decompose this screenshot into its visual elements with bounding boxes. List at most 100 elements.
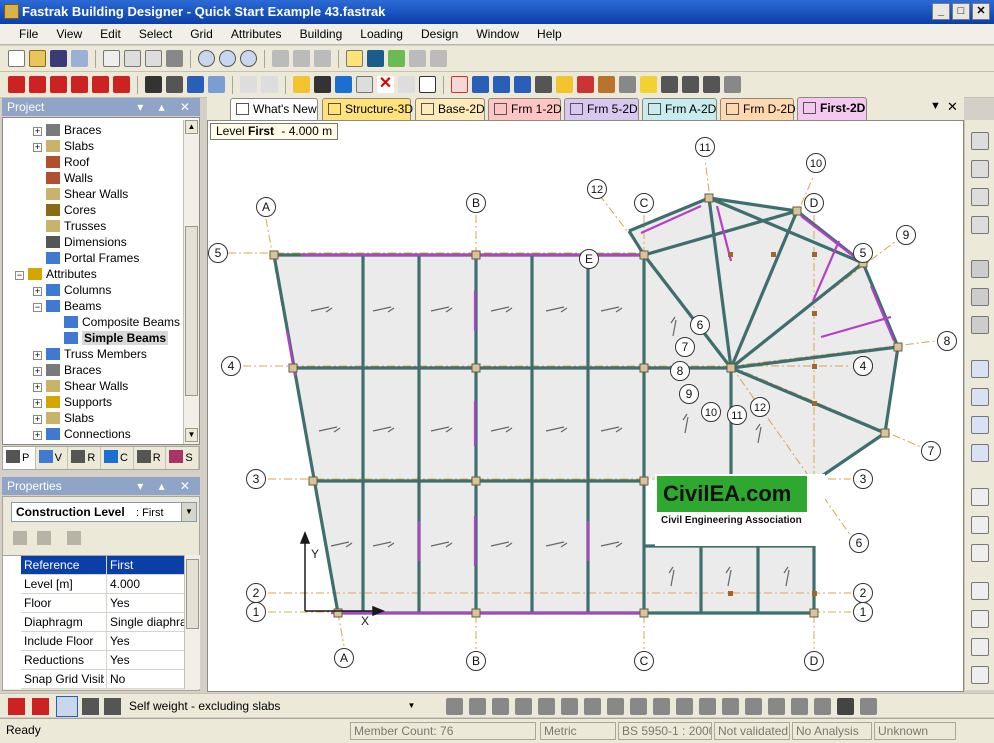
zoom-extents-icon[interactable] [240,50,257,67]
scroll-thumb[interactable] [186,559,199,629]
view-tab[interactable]: Base-2D [415,98,485,120]
tree-item[interactable]: − Attributes [15,266,97,282]
view-tab[interactable]: First-2D [797,97,867,120]
view-tab[interactable]: Structure-3D [322,98,413,120]
save-as-icon[interactable] [71,50,88,67]
grey-square-icon[interactable] [814,698,831,715]
roof-load-icon[interactable] [584,698,601,715]
grid-bubble[interactable]: 12 [587,179,607,199]
arrow-left-icon[interactable] [971,388,989,406]
property-value[interactable]: Single diaphragm [106,613,184,632]
tree-item[interactable]: Dimensions [33,234,127,250]
grid-bubble[interactable]: 3 [853,469,873,489]
tree-expander-icon[interactable]: + [33,351,42,360]
sheet-icon[interactable] [971,516,989,534]
property-row[interactable]: Include Floor Yes [21,632,184,651]
menu-design[interactable]: Design [412,27,467,41]
property-value[interactable]: First [106,556,184,575]
maximize-button[interactable]: □ [952,3,970,20]
view-cube-icon[interactable] [272,50,289,67]
bracing-icon[interactable] [971,188,989,206]
grid-bubble[interactable]: 1 [853,602,873,622]
connection-icon[interactable] [598,76,615,93]
properties-scrollbar[interactable] [184,555,200,689]
property-row[interactable]: Diaphragm Single diaphragm [21,613,184,632]
grid-bubble[interactable]: 11 [695,137,715,157]
properties-icon[interactable] [103,50,120,67]
property-row[interactable]: Reference First [21,556,184,575]
grid-bubble[interactable]: E [579,249,599,269]
table-icon[interactable] [971,544,989,562]
panel-controls[interactable]: ▾ ▴ ✕ [137,98,196,116]
panel-tab[interactable]: S [166,447,200,469]
close-button[interactable]: ✕ [972,3,990,20]
new-file-icon[interactable] [8,50,25,67]
snow-load-icon[interactable] [630,698,647,715]
loading-icon[interactable] [430,50,447,67]
undo-icon[interactable] [240,76,257,93]
menu-edit[interactable]: Edit [91,27,130,41]
grid-bubble[interactable]: 7 [675,337,695,357]
menu-attributes[interactable]: Attributes [222,27,291,41]
menu-select[interactable]: Select [130,27,181,41]
brace-icon[interactable] [71,76,88,93]
grid-bubble[interactable]: 4 [853,356,873,376]
grid-bubble[interactable]: 6 [849,533,869,553]
tree-item[interactable]: + Supports [33,394,112,410]
view-tab[interactable]: Frm A-2D [642,98,717,120]
snap-icon[interactable] [293,76,310,93]
measure-icon[interactable] [314,76,331,93]
grid-bubble[interactable]: 5 [853,243,873,263]
word-icon[interactable] [971,582,989,600]
tree-item[interactable]: Walls [33,170,93,186]
load-combination-icon[interactable] [56,696,78,717]
tree-item[interactable]: + Truss Members [33,346,147,362]
print-icon[interactable] [166,50,183,67]
grid-bubble[interactable]: 2 [853,583,873,603]
tree-expander-icon[interactable]: + [33,127,42,136]
property-row[interactable]: Floor Yes [21,594,184,613]
brace-design-icon[interactable] [535,76,552,93]
seismic-load-icon[interactable] [768,698,785,715]
delete-member-icon[interactable] [92,76,109,93]
print-report-icon[interactable] [971,638,989,656]
grid-bubble[interactable]: 4 [221,356,241,376]
panel-controls[interactable]: ▾ ▴ ✕ [137,477,196,495]
tree-item[interactable]: Shear Walls [33,186,128,202]
grid-bubble[interactable]: 3 [246,469,266,489]
grid-bubble[interactable]: D [804,651,824,671]
load-case-select[interactable]: Self weight - excluding slabs ▼ [124,696,420,716]
delete-icon[interactable]: ✕ [377,76,394,93]
zoom-icon[interactable] [198,50,215,67]
tree-item[interactable]: + Slabs [33,138,94,154]
grid-bubble[interactable]: C [634,193,654,213]
columns-icon[interactable] [472,76,489,93]
panel-tab[interactable]: C [101,447,134,469]
frame-icon[interactable] [8,76,25,93]
grid-bubble[interactable]: A [334,648,354,668]
tree-item[interactable]: + Braces [33,122,101,138]
panel-load-icon[interactable] [538,698,555,715]
grid-bubble[interactable]: 11 [727,405,747,425]
joist-icon[interactable] [971,132,989,150]
redo-icon[interactable] [261,76,278,93]
tree-item[interactable]: Trusses [33,218,106,234]
stair-icon[interactable] [724,76,741,93]
open-folder-icon[interactable] [29,50,46,67]
close-view-icon[interactable]: ✕ [947,99,958,115]
dark-block-icon[interactable] [682,76,699,93]
gray-block-icon[interactable] [619,76,636,93]
menu-loading[interactable]: Loading [351,27,412,41]
project-tree-scrollbar[interactable]: ▲ ▼ [183,120,199,444]
tree-expander-icon[interactable]: + [33,399,42,408]
slab-design-icon[interactable] [577,76,594,93]
menu-window[interactable]: Window [467,27,528,41]
wall-icon[interactable] [703,76,720,93]
property-value[interactable]: Yes [106,651,184,670]
grid-bubble[interactable]: B [466,651,486,671]
minimize-button[interactable]: _ [932,3,950,20]
black-square-icon[interactable] [837,698,854,715]
tree-item[interactable]: + Slabs [33,410,94,426]
pattern-icon[interactable] [971,216,989,234]
grid-bubble[interactable]: 12 [750,397,770,417]
